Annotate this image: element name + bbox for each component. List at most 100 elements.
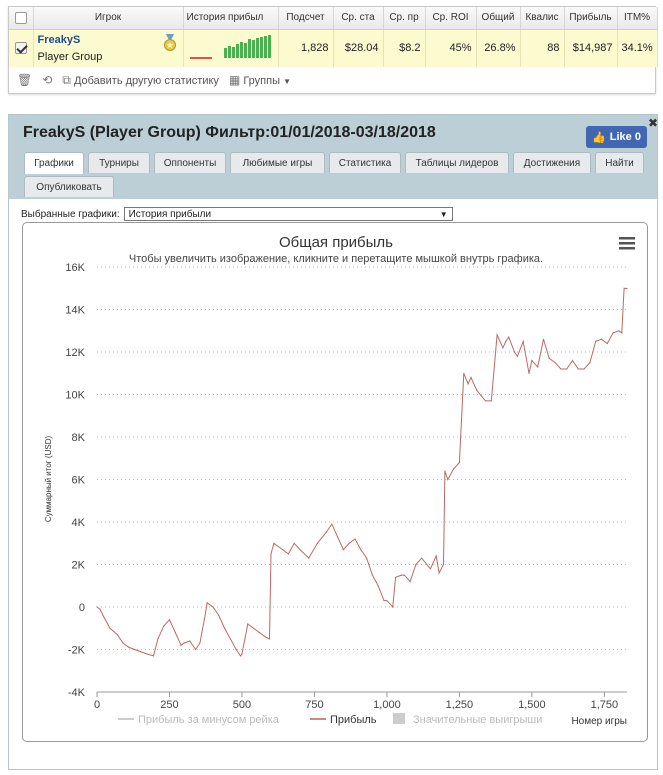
player-panel: FreakyS (Player Group) Фильтр:01/01/2018… — [8, 114, 658, 770]
data-point — [264, 636, 266, 638]
total-value: 26.8% — [476, 29, 521, 67]
y-tick-label: 14K — [65, 305, 85, 317]
graph-select[interactable]: История прибыли ▼ — [123, 207, 453, 221]
data-point — [453, 468, 455, 470]
y-tick-label: 0 — [79, 602, 85, 614]
profit-chart-svg[interactable]: -4K -2K 0 2K 4K 6K 8K 10K 12K 14K 16K 0 250 500 750 1,0… — [23, 223, 649, 743]
stats-panel: Игрок История прибыл Подсчет Ср. ста Ср.… — [8, 6, 658, 94]
player-name-link[interactable]: FreakyS — [38, 34, 179, 46]
data-point — [377, 585, 379, 587]
col-header-itm[interactable]: ITM% — [617, 7, 658, 30]
data-point — [618, 330, 620, 332]
data-point — [253, 627, 255, 629]
tab-statistics[interactable]: Статистика — [329, 152, 401, 173]
col-header-qualif[interactable]: Квалис — [520, 7, 565, 30]
row-checkbox[interactable] — [14, 42, 27, 55]
y-axis-label: Суммарный итог (USD) — [44, 436, 53, 523]
profit-chart[interactable]: -4K -2K 0 2K 4K 6K 8K 10K 12K 14K 16K 0 250 500 750 1,0… — [22, 222, 648, 742]
x-tick-label: 0 — [94, 699, 100, 711]
close-icon[interactable]: ✖ — [648, 116, 658, 130]
tab-publish[interactable]: Опубликовать — [24, 176, 114, 197]
data-point — [476, 389, 478, 391]
col-header-profit-history[interactable]: История прибыл — [183, 7, 279, 30]
like-label: Like 0 — [609, 131, 641, 143]
data-point — [168, 619, 171, 621]
data-point — [583, 368, 585, 370]
data-point — [444, 470, 446, 472]
data-point — [299, 549, 301, 551]
trash-icon[interactable]: 🗑 — [17, 73, 32, 87]
data-point — [180, 644, 182, 646]
panel-title: FreakyS (Player Group) Фильтр:01/01/2018… — [23, 124, 436, 141]
chart-subtitle: Чтобы увеличить изображение, кликните и … — [129, 253, 543, 265]
x-tick-label: 750 — [305, 699, 323, 711]
x-tick-label: 500 — [233, 699, 251, 711]
refresh-icon[interactable]: ⟲ — [42, 73, 52, 87]
data-point — [116, 634, 118, 636]
row-checkbox-cell[interactable] — [9, 29, 34, 67]
tab-leaderboards[interactable]: Таблицы лидеров — [405, 152, 509, 173]
avg-roi-value: 45% — [425, 29, 477, 67]
data-point — [308, 557, 310, 559]
graph-select-value: История прибыли — [128, 208, 212, 220]
data-point — [392, 606, 394, 608]
data-point — [163, 625, 165, 627]
data-point — [395, 576, 397, 578]
data-point — [366, 557, 368, 559]
data-point — [139, 651, 142, 653]
select-all-cell[interactable] — [9, 7, 34, 30]
data-point — [383, 600, 385, 602]
table-toolbar: 🗑 ⟲ ⧉ Добавить другую статистику ▦ Групп… — [9, 67, 655, 93]
tab-tournaments[interactable]: Турниры — [88, 152, 150, 173]
menu-icon — [619, 237, 635, 240]
data-point — [442, 563, 445, 566]
tab-favorite-games[interactable]: Любимые игры — [230, 152, 325, 173]
chart-title: Общая прибыль — [279, 234, 393, 251]
tab-opponents[interactable]: Оппоненты — [154, 152, 226, 173]
groups-button[interactable]: ▦ Группы ▼ — [229, 73, 291, 87]
data-point — [531, 359, 533, 362]
select-all-checkbox[interactable] — [14, 11, 27, 24]
tab-search[interactable]: Найти — [595, 152, 644, 173]
x-axis-label: Номер игры — [571, 716, 627, 727]
data-point — [325, 532, 327, 534]
chevron-down-icon: ▼ — [283, 77, 291, 86]
col-header-player[interactable]: Игрок — [33, 7, 184, 30]
data-point — [128, 646, 130, 648]
data-point — [528, 372, 530, 374]
add-stat-button[interactable]: ⧉ Добавить другую статистику — [62, 73, 219, 88]
table-row[interactable]: FreakyS Player Group 1,828 $28.04 $8.2 4… — [9, 29, 658, 67]
player-group-label: Player Group — [37, 50, 103, 63]
data-point — [96, 606, 98, 608]
tab-graphs[interactable]: Графики — [24, 152, 84, 174]
data-point — [337, 536, 339, 538]
data-point — [612, 332, 614, 334]
y-tick-label: 6K — [72, 475, 86, 487]
data-point — [513, 351, 516, 353]
data-point — [415, 563, 417, 566]
col-header-avg-stake[interactable]: Ср. ста — [333, 7, 384, 30]
data-point — [571, 359, 574, 362]
thumbs-up-icon: 👍 — [592, 131, 606, 144]
tab-achievements[interactable]: Достижения — [513, 152, 591, 173]
data-point — [421, 557, 423, 559]
data-point — [589, 362, 591, 364]
data-point — [490, 400, 492, 402]
data-point — [623, 287, 625, 289]
data-point — [502, 347, 504, 349]
data-point — [595, 340, 597, 342]
facebook-like-button[interactable]: 👍 Like 0 — [586, 126, 647, 148]
y-tick-label: 4K — [72, 517, 86, 529]
data-point — [331, 523, 333, 525]
legend-item-label: Прибыль за минусом рейка — [138, 714, 280, 726]
col-header-total[interactable]: Общий — [476, 7, 521, 30]
legend-swatch — [393, 713, 405, 724]
col-header-avg-roi[interactable]: Ср. ROI — [425, 7, 477, 30]
data-point — [626, 287, 628, 290]
add-stat-label: Добавить другую статистику — [73, 74, 219, 87]
col-header-profit[interactable]: Прибыль — [564, 7, 618, 30]
col-header-count[interactable]: Подсчет — [278, 7, 334, 30]
data-point — [467, 383, 469, 385]
col-header-avg-profit[interactable]: Ср. пр — [383, 7, 426, 30]
data-point — [258, 631, 260, 634]
